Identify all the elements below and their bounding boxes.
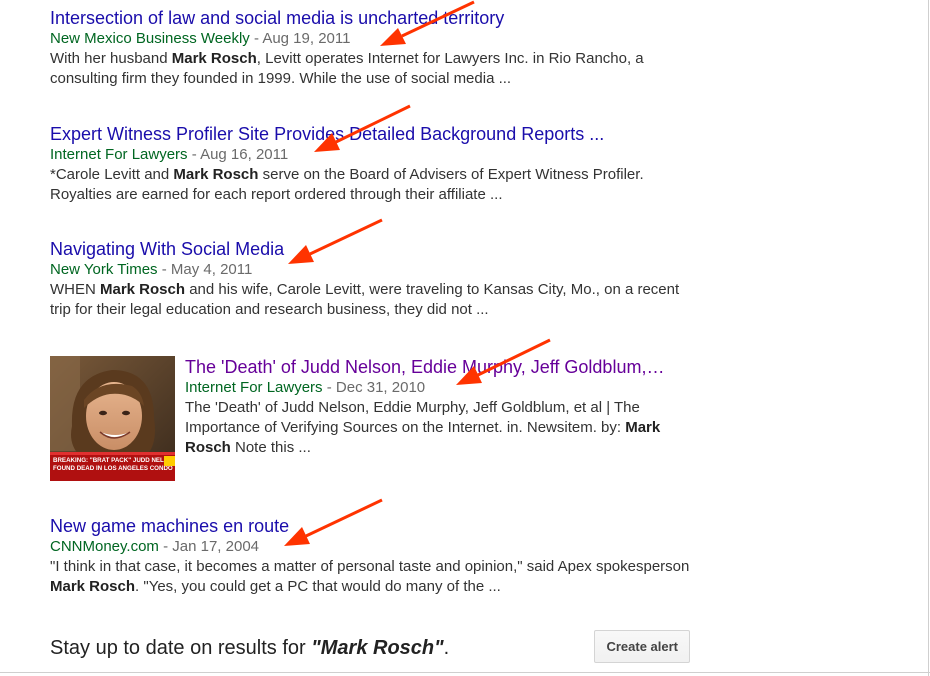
thumbnail-caption-line2: FOUND DEAD IN LOS ANGELES CONDO — [53, 465, 173, 472]
right-divider — [928, 0, 929, 676]
result-meta: New York Times - May 4, 2011 — [50, 260, 690, 280]
snippet-text: "I think in that case, it becomes a matt… — [50, 558, 690, 575]
result-date-wrapper: - Aug 16, 2011 — [191, 146, 289, 163]
bottom-divider — [0, 672, 930, 673]
create-alert-bar: Stay up to date on results for "Mark Ros… — [50, 628, 690, 666]
thumbnail-caption-line1: BREAKING: "BRAT PACK" JUDD NELSON — [53, 457, 175, 464]
result-source: CNNMoney.com — [50, 538, 159, 555]
result-body: The 'Death' of Judd Nelson, Eddie Murphy… — [185, 356, 690, 458]
alert-suffix: . — [443, 637, 450, 659]
search-result: BREAKING: "BRAT PACK" JUDD NELSON FOUND … — [50, 356, 690, 482]
result-date-wrapper: - May 4, 2011 — [161, 261, 253, 278]
result-source: New Mexico Business Weekly — [50, 30, 250, 47]
result-meta: Internet For Lawyers - Dec 31, 2010 — [185, 378, 690, 398]
result-meta: CNNMoney.com - Jan 17, 2004 — [50, 537, 690, 557]
search-result: Expert Witness Profiler Site Provides De… — [50, 123, 690, 205]
result-snippet: *Carole Levitt and Mark Rosch serve on t… — [50, 165, 690, 205]
snippet-text: The 'Death' of Judd Nelson, Eddie Murphy… — [185, 399, 640, 436]
result-snippet: WHEN Mark Rosch and his wife, Carole Lev… — [50, 280, 690, 320]
result-title-link[interactable]: New game machines en route — [50, 515, 690, 537]
snippet-highlight: Mark Rosch — [50, 578, 136, 595]
thumbnail-image: BREAKING: "BRAT PACK" JUDD NELSON FOUND … — [50, 356, 175, 481]
snippet-text: . "Yes, you could get a PC that would do… — [135, 578, 501, 595]
result-title-link[interactable]: Navigating With Social Media — [50, 238, 690, 260]
snippet-highlight: Mark Rosch — [173, 166, 259, 183]
result-source: New York Times — [50, 261, 158, 278]
result-snippet: With her husband Mark Rosch, Levitt oper… — [50, 49, 690, 89]
result-date-wrapper: - Jan 17, 2004 — [163, 538, 260, 555]
search-result: New game machines en route CNNMoney.com … — [50, 515, 690, 597]
snippet-highlight: Mark Rosch — [171, 50, 257, 67]
snippet-text: With her husband — [50, 50, 172, 67]
snippet-highlight: Mark Rosch — [100, 281, 186, 298]
search-result: Intersection of law and social media is … — [50, 7, 690, 89]
result-snippet: "I think in that case, it becomes a matt… — [50, 557, 690, 597]
result-date-wrapper: - Dec 31, 2010 — [326, 379, 426, 396]
alert-prefix: Stay up to date on results for — [50, 637, 312, 659]
snippet-text: *Carole Levitt and — [50, 166, 174, 183]
result-title-link[interactable]: Intersection of law and social media is … — [50, 7, 690, 29]
search-results-page: Intersection of law and social media is … — [0, 0, 930, 676]
result-meta: Internet For Lawyers - Aug 16, 2011 — [50, 145, 690, 165]
result-date: Aug 19, 2011 — [262, 30, 351, 47]
result-snippet: The 'Death' of Judd Nelson, Eddie Murphy… — [185, 398, 690, 458]
result-meta: New Mexico Business Weekly - Aug 19, 201… — [50, 29, 690, 49]
result-date: May 4, 2011 — [170, 261, 253, 278]
result-date: Dec 31, 2010 — [335, 379, 426, 396]
alert-query: "Mark Rosch" — [311, 637, 444, 659]
result-thumbnail[interactable]: BREAKING: "BRAT PACK" JUDD NELSON FOUND … — [50, 356, 175, 481]
result-source: Internet For Lawyers — [50, 146, 188, 163]
result-title-link[interactable]: The 'Death' of Judd Nelson, Eddie Murphy… — [185, 356, 690, 378]
alert-message: Stay up to date on results for "Mark Ros… — [50, 636, 449, 660]
snippet-text: Note this ... — [230, 439, 311, 456]
search-result: Navigating With Social Media New York Ti… — [50, 238, 690, 320]
result-title-link[interactable]: Expert Witness Profiler Site Provides De… — [50, 123, 690, 145]
create-alert-button[interactable]: Create alert — [594, 630, 690, 663]
result-date: Jan 17, 2004 — [172, 538, 260, 555]
result-date-wrapper: - Aug 19, 2011 — [253, 30, 351, 47]
result-source: Internet For Lawyers — [185, 379, 323, 396]
snippet-text: WHEN — [50, 281, 100, 298]
result-date: Aug 16, 2011 — [200, 146, 289, 163]
